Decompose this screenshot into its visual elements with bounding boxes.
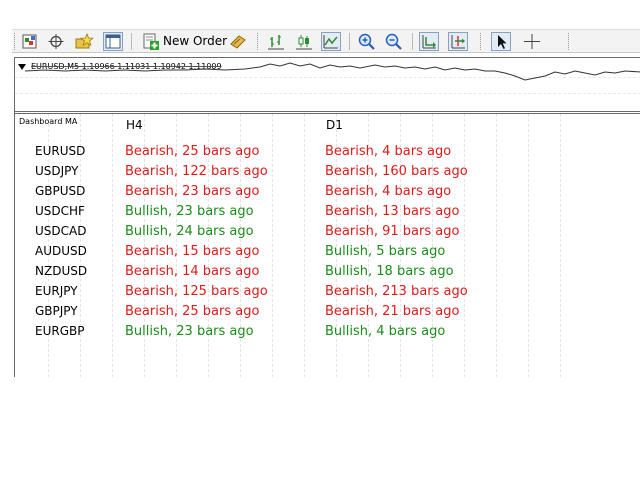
- h4-signal: Bearish, 14 bars ago: [125, 264, 260, 279]
- new-chart-icon: [22, 34, 37, 49]
- symbol-label: USDCAD: [35, 224, 87, 238]
- d1-signal: Bullish, 4 bars ago: [325, 324, 446, 339]
- d1-signal: Bullish, 18 bars ago: [325, 264, 454, 279]
- table-row: GBPUSD Bearish, 23 bars ago Bearish, 4 b…: [15, 184, 640, 204]
- h4-signal: Bullish, 23 bars ago: [125, 204, 254, 219]
- h4-signal: Bearish, 125 bars ago: [125, 284, 268, 299]
- chart-window[interactable]: EURUSD,M5 1.10966 1.11031 1.10942 1.1100…: [14, 57, 640, 377]
- d1-signal: Bearish, 4 bars ago: [325, 144, 452, 159]
- line-chart-button[interactable]: [321, 32, 341, 51]
- dashboard-title: Dashboard MA: [19, 117, 78, 126]
- h4-signal: Bearish, 122 bars ago: [125, 164, 268, 179]
- d1-signal: Bullish, 5 bars ago: [325, 244, 446, 259]
- new-order-icon: [143, 33, 159, 50]
- main-toolbar: New Order: [12, 29, 640, 53]
- symbol-label: EURGBP: [35, 324, 85, 338]
- crosshair-icon: [524, 34, 540, 49]
- d1-signal: Bearish, 21 bars ago: [325, 304, 460, 319]
- navigator-icon: [105, 34, 121, 49]
- table-row: GBPJPY Bearish, 25 bars ago Bearish, 21 …: [15, 304, 640, 324]
- zoom-out-button[interactable]: [384, 32, 404, 51]
- chart-shift-button[interactable]: [419, 32, 439, 51]
- chart-shift-icon: [422, 35, 436, 49]
- h4-signal: Bearish, 25 bars ago: [125, 304, 260, 319]
- zoom-out-icon: [385, 33, 402, 50]
- d1-signal: Bearish, 4 bars ago: [325, 184, 452, 199]
- table-row: USDCAD Bullish, 24 bars ago Bearish, 91 …: [15, 224, 640, 244]
- zoom-in-button[interactable]: [357, 32, 377, 51]
- new-chart-button[interactable]: [20, 32, 40, 51]
- toolbar-separator: [131, 33, 132, 50]
- line-chart-icon: [323, 35, 338, 49]
- table-row: NZDUSD Bearish, 14 bars ago Bullish, 18 …: [15, 264, 640, 284]
- symbol-label: NZDUSD: [35, 264, 88, 278]
- price-line: [24, 62, 640, 81]
- toolbar-grip[interactable]: [257, 33, 260, 50]
- cursor-icon: [498, 35, 507, 49]
- favorites-icon: [75, 32, 94, 49]
- symbol-label: USDCHF: [35, 204, 85, 218]
- table-row: AUDUSD Bearish, 15 bars ago Bullish, 5 b…: [15, 244, 640, 264]
- h4-signal: Bearish, 15 bars ago: [125, 244, 260, 259]
- toolbar-grip[interactable]: [14, 33, 17, 50]
- zoom-in-icon: [358, 33, 375, 50]
- column-header-d1: D1: [326, 118, 343, 132]
- table-row: USDJPY Bearish, 122 bars ago Bearish, 16…: [15, 164, 640, 184]
- h4-signal: Bullish, 23 bars ago: [125, 324, 254, 339]
- h4-signal: Bearish, 23 bars ago: [125, 184, 260, 199]
- move-button[interactable]: [46, 32, 66, 51]
- crosshair-button[interactable]: [522, 32, 542, 51]
- crosshair-move-icon: [48, 34, 64, 49]
- table-row: EURGBP Bullish, 23 bars ago Bullish, 4 b…: [15, 324, 640, 344]
- symbol-label: EURUSD: [35, 144, 86, 158]
- auto-scroll-button[interactable]: [448, 32, 468, 51]
- auto-scroll-icon: [451, 35, 465, 49]
- table-row: EURJPY Bearish, 125 bars ago Bearish, 21…: [15, 284, 640, 304]
- candlestick-icon: [296, 35, 312, 50]
- favorites-button[interactable]: [74, 32, 94, 51]
- dashboard-panel: Dashboard MA H4 D1 EURUSD Bearish, 25 ba…: [15, 114, 640, 377]
- d1-signal: Bearish, 213 bars ago: [325, 284, 468, 299]
- d1-signal: Bearish, 91 bars ago: [325, 224, 460, 239]
- toolbar-separator: [412, 33, 413, 50]
- new-order-label: New Order: [163, 34, 228, 48]
- symbol-label: EURJPY: [35, 284, 78, 298]
- cursor-button[interactable]: [491, 32, 511, 51]
- h4-signal: Bearish, 25 bars ago: [125, 144, 260, 159]
- symbol-label: USDJPY: [35, 164, 79, 178]
- navigator-button[interactable]: [103, 32, 123, 51]
- expert-advisors-icon: [230, 35, 246, 49]
- table-row: USDCHF Bullish, 23 bars ago Bearish, 13 …: [15, 204, 640, 224]
- h4-signal: Bullish, 24 bars ago: [125, 224, 254, 239]
- symbol-label: GBPJPY: [35, 304, 78, 318]
- d1-signal: Bearish, 13 bars ago: [325, 204, 460, 219]
- symbol-label: GBPUSD: [35, 184, 86, 198]
- candlestick-button[interactable]: [294, 32, 314, 51]
- price-panel[interactable]: EURUSD,M5 1.10966 1.11031 1.10942 1.1100…: [15, 57, 640, 111]
- column-header-h4: H4: [126, 118, 143, 132]
- bar-chart-icon: [268, 35, 284, 50]
- expert-advisors-button[interactable]: [228, 32, 248, 51]
- symbol-label: AUDUSD: [35, 244, 87, 258]
- toolbar-grip[interactable]: [480, 33, 483, 50]
- new-order-button[interactable]: New Order: [141, 32, 228, 51]
- d1-signal: Bearish, 160 bars ago: [325, 164, 468, 179]
- bar-chart-button[interactable]: [266, 32, 286, 51]
- toolbar-grip[interactable]: [568, 33, 571, 50]
- toolbar-separator: [349, 33, 350, 50]
- table-row: EURUSD Bearish, 25 bars ago Bearish, 4 b…: [15, 144, 640, 164]
